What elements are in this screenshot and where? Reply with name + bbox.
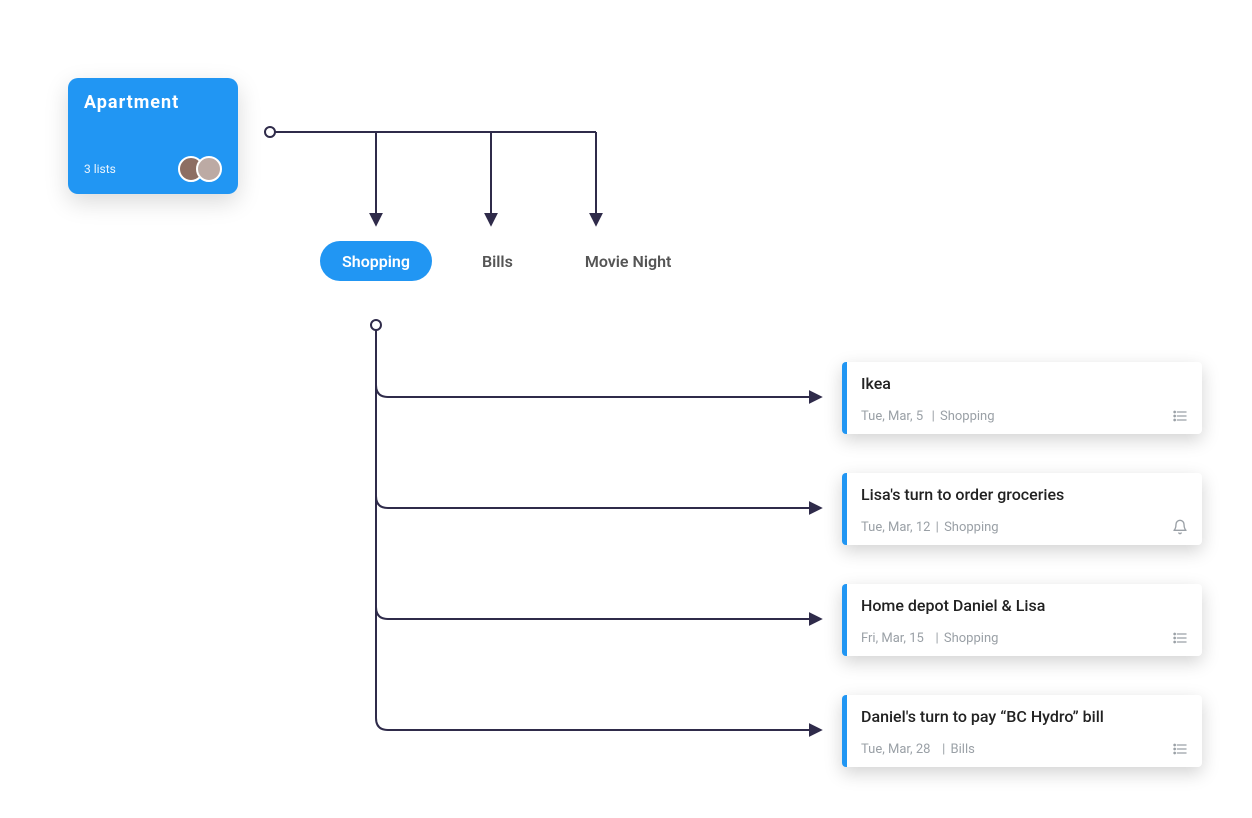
task-list: Shopping [944,631,999,646]
list-row: Shopping Bills Movie Night [320,241,693,281]
task-title: Lisa's turn to order groceries [861,485,1188,504]
list-pill-movie-night[interactable]: Movie Night [563,241,694,281]
task-card[interactable]: Daniel's turn to pay “BC Hydro” bill Tue… [842,695,1202,767]
task-list: Shopping [940,409,995,424]
list-icon [1172,741,1188,757]
task-meta-row: Tue, Mar, 12 | Shopping [861,519,1188,535]
list-pill-shopping[interactable]: Shopping [320,241,432,281]
list-icon [1172,408,1188,424]
bell-icon [1172,519,1188,535]
board-footer: 3 lists [84,156,222,182]
avatar [196,156,222,182]
task-list: Shopping [944,520,999,535]
task-card[interactable]: Lisa's turn to order groceries Tue, Mar,… [842,473,1202,545]
board-card[interactable]: Apartment 3 lists [68,78,238,194]
task-meta: Fri, Mar, 15 | Shopping [861,631,998,646]
task-card[interactable]: Home depot Daniel & Lisa Fri, Mar, 15 | … [842,584,1202,656]
task-list: Bills [951,742,975,757]
list-icon [1172,630,1188,646]
list-pill-bills[interactable]: Bills [460,241,535,281]
board-subtitle: 3 lists [84,162,116,176]
task-meta: Tue, Mar, 28 | Bills [861,742,975,757]
task-title: Daniel's turn to pay “BC Hydro” bill [861,707,1188,726]
task-meta: Tue, Mar, 5 | Shopping [861,409,995,424]
task-card[interactable]: Ikea Tue, Mar, 5 | Shopping [842,362,1202,434]
task-meta: Tue, Mar, 12 | Shopping [861,520,999,535]
task-meta-row: Tue, Mar, 28 | Bills [861,741,1188,757]
task-title: Ikea [861,374,1188,393]
task-date: Tue, Mar, 28 [861,742,930,757]
task-title: Home depot Daniel & Lisa [861,596,1188,615]
board-avatars [186,156,222,182]
board-title: Apartment [84,92,222,113]
task-date: Tue, Mar, 12 [861,520,930,535]
task-meta-row: Fri, Mar, 15 | Shopping [861,630,1188,646]
task-date: Fri, Mar, 15 [861,631,924,646]
task-date: Tue, Mar, 5 [861,409,923,424]
task-meta-row: Tue, Mar, 5 | Shopping [861,408,1188,424]
